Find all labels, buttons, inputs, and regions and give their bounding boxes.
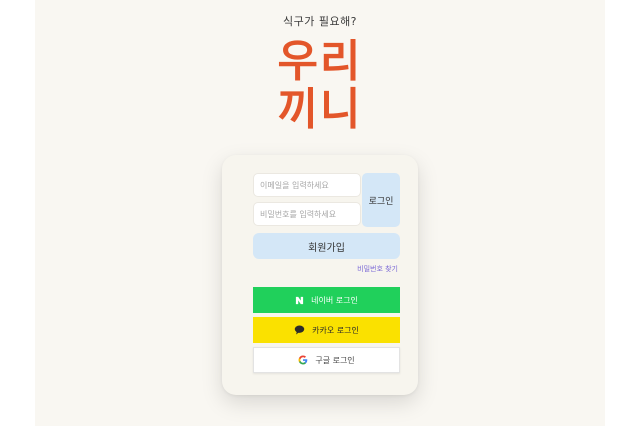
signup-button-label: 회원가입 (308, 242, 345, 254)
password-input[interactable] (253, 202, 361, 226)
tagline: 식구가 필요해? (282, 15, 358, 28)
login-button[interactable]: 로그인 (362, 173, 400, 227)
email-input[interactable] (253, 173, 361, 197)
login-button-label: 로그인 (368, 196, 394, 207)
google-g-icon (298, 355, 308, 365)
logo-line-2: 끼니 (277, 84, 363, 135)
naver-n-icon (295, 296, 304, 305)
logo-line-1: 우리 (277, 36, 363, 87)
kakao-speech-bubble-icon (294, 325, 305, 335)
naver-login-button[interactable]: 네이버 로그인 (253, 287, 400, 313)
google-login-button[interactable]: 구글 로그인 (253, 347, 400, 373)
kakao-login-label: 카카오 로그인 (312, 325, 359, 335)
login-card: 로그인 회원가입 비밀번호 찾기 네이버 로그인 카카오 로그인 (222, 155, 418, 395)
kakao-login-button[interactable]: 카카오 로그인 (253, 317, 400, 343)
naver-login-label: 네이버 로그인 (311, 295, 358, 305)
google-login-label: 구글 로그인 (315, 355, 355, 365)
signup-button[interactable]: 회원가입 (253, 233, 400, 259)
find-password-link[interactable]: 비밀번호 찾기 (253, 264, 398, 274)
